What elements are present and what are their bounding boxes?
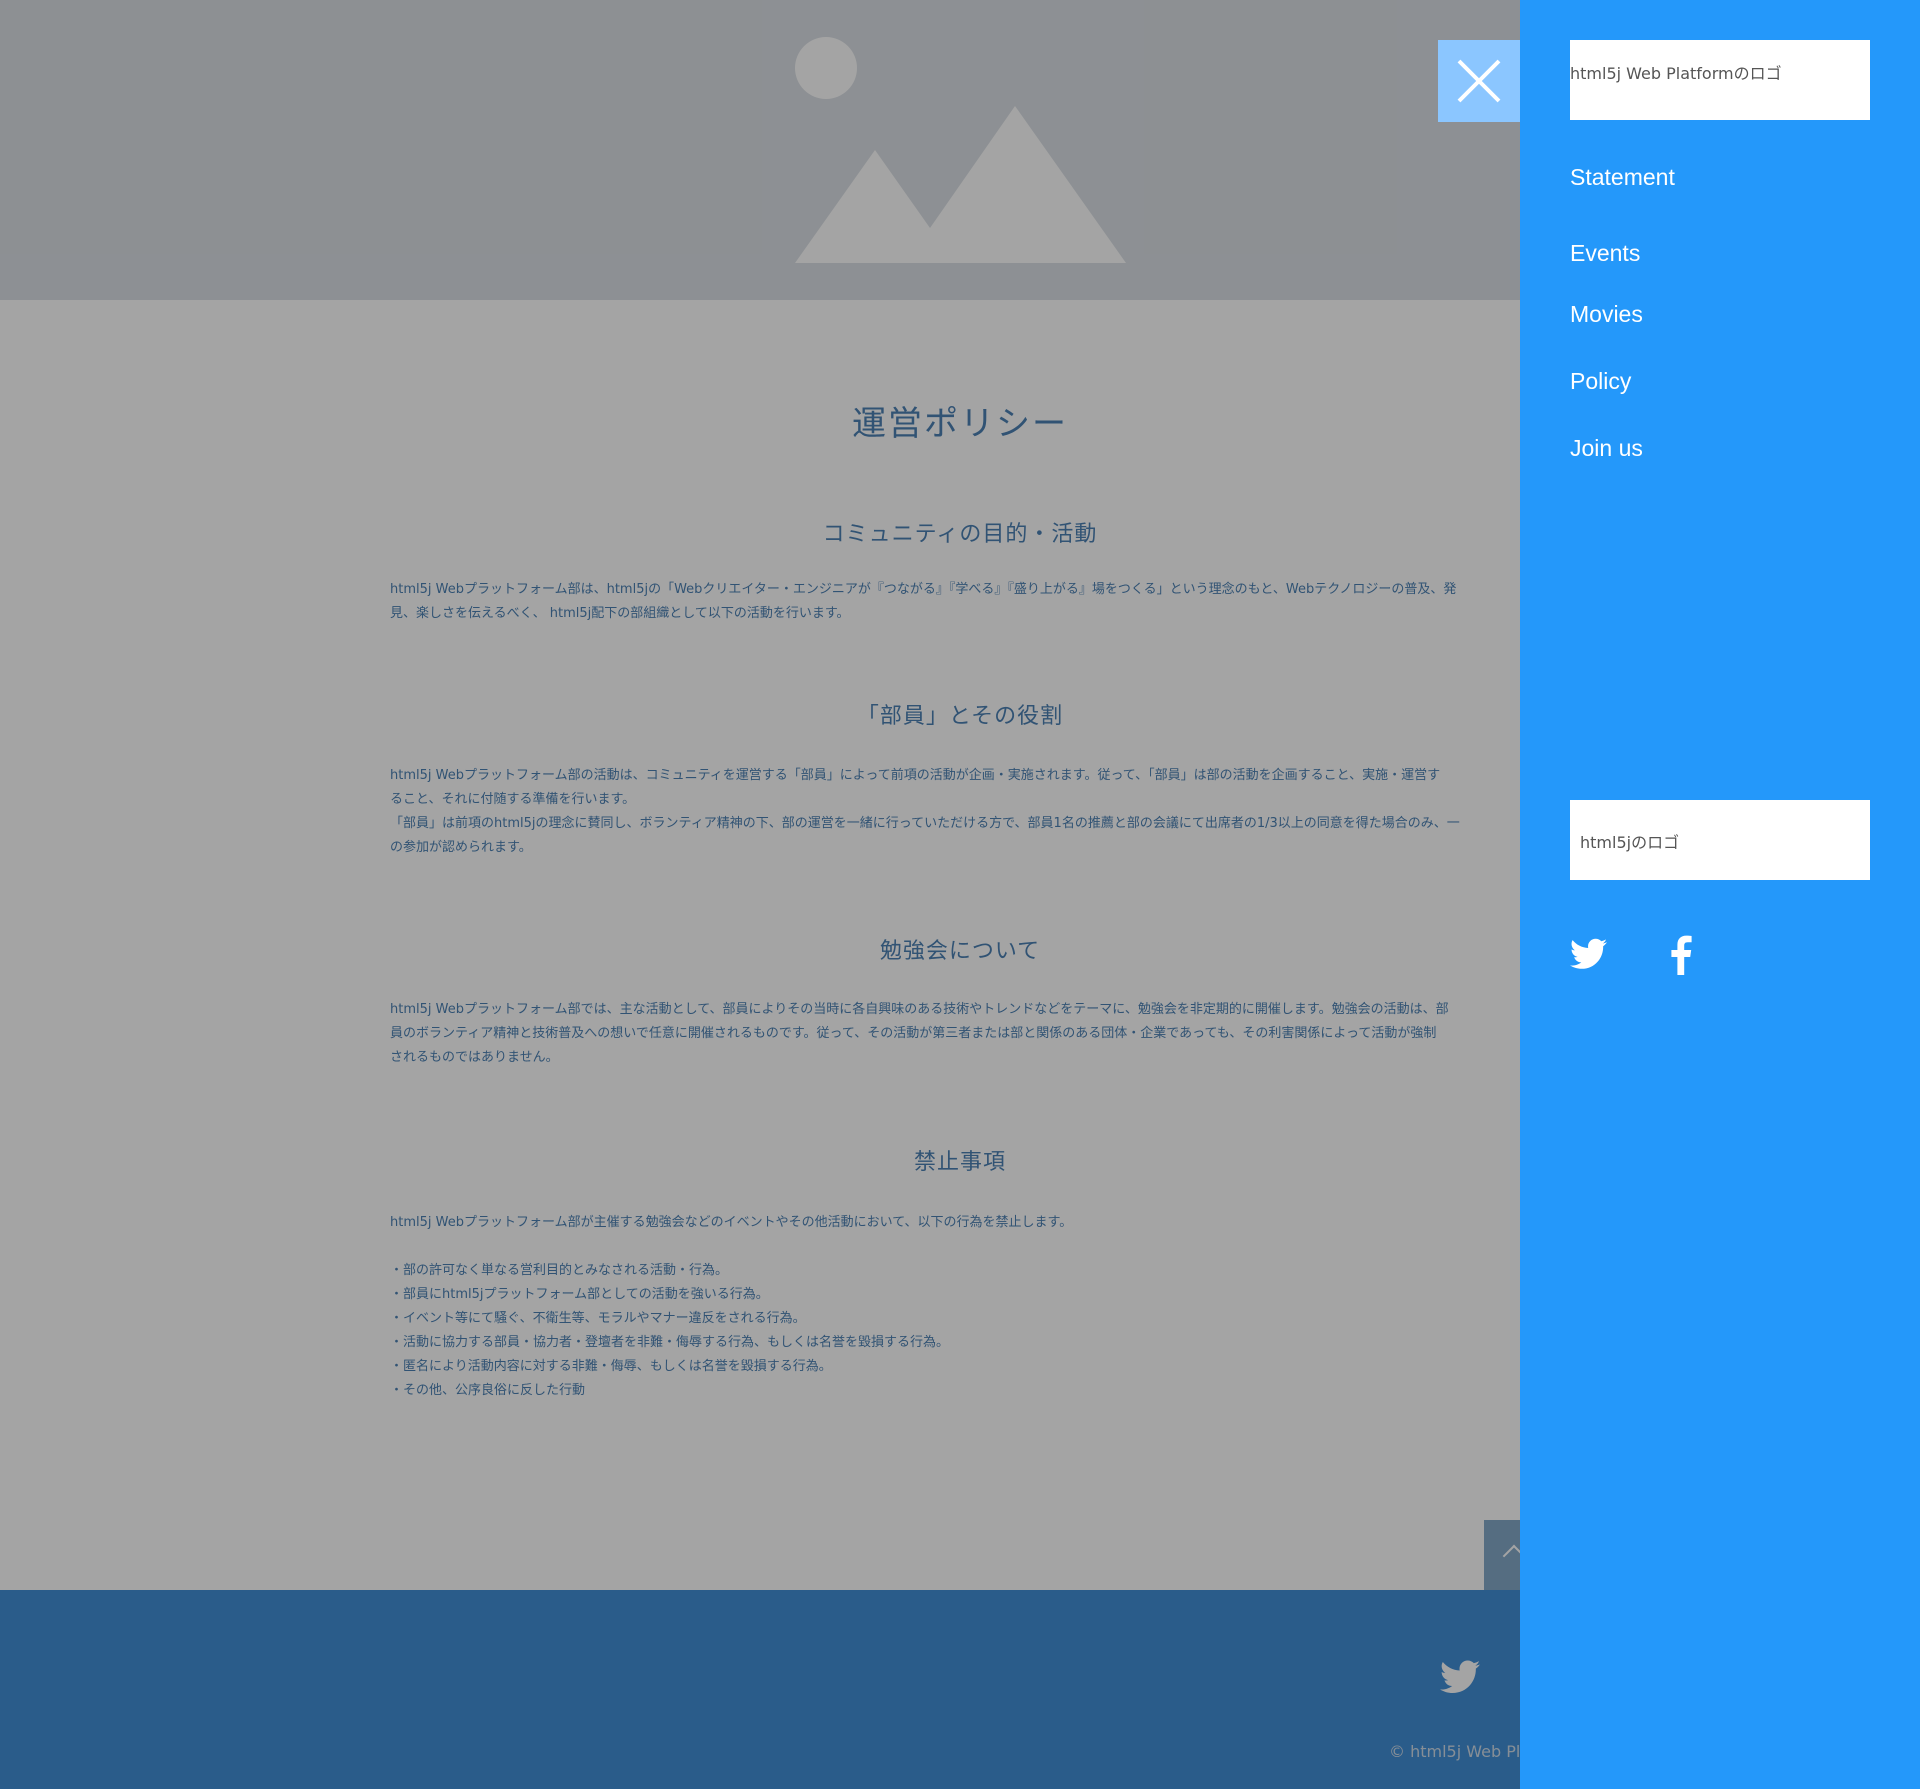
html5j-logo[interactable]: html5jのロゴ bbox=[1570, 800, 1870, 880]
nav-item-policy[interactable]: Policy bbox=[1570, 368, 1631, 395]
nav-item-events[interactable]: Events bbox=[1570, 240, 1640, 267]
side-drawer: html5j Web Platformのロゴ Statement Events … bbox=[1520, 0, 1920, 1789]
logo-alt-text: html5j Web Platformのロゴ bbox=[1570, 64, 1782, 83]
nav-item-movies[interactable]: Movies bbox=[1570, 301, 1643, 328]
nav-item-statement[interactable]: Statement bbox=[1570, 164, 1675, 191]
facebook-icon[interactable] bbox=[1670, 935, 1692, 975]
logo-alt-text: html5jのロゴ bbox=[1580, 833, 1680, 852]
html5j-web-platform-logo[interactable]: html5j Web Platformのロゴ bbox=[1570, 40, 1870, 120]
twitter-icon[interactable] bbox=[1570, 938, 1607, 970]
close-icon bbox=[1457, 59, 1501, 103]
modal-overlay[interactable] bbox=[0, 0, 1520, 1789]
close-menu-button[interactable] bbox=[1438, 40, 1520, 122]
nav-item-join-us[interactable]: Join us bbox=[1570, 435, 1643, 462]
